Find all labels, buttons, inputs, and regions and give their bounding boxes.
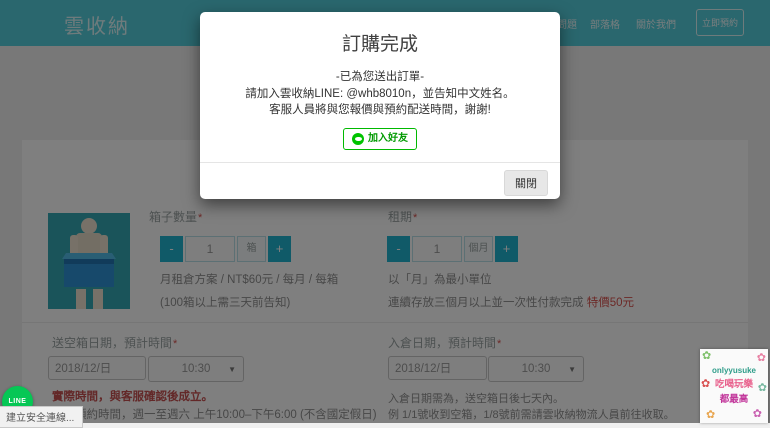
modal-title: 訂購完成 (341, 34, 418, 55)
line-icon (352, 132, 364, 145)
modal-footer: 關閉 (200, 162, 560, 199)
line-add-friend-button[interactable]: 加入好友 (343, 127, 417, 150)
line-id-instruction: 請加入雲收納LINE: @whb8010n，並告知中文姓名。 (245, 87, 515, 100)
order-sent-line: -已為您送出訂單- (335, 71, 425, 83)
line-add-friend-label: 加入好友 (368, 132, 408, 144)
ad-tagline-2: 都最高 (719, 394, 749, 405)
ad-blogger-name: onlyyusuke (711, 366, 756, 375)
order-complete-modal: 訂購完成 -已為您送出訂單- 請加入雲收納LINE: @whb8010n，並告知… (200, 12, 560, 199)
ad-tagline-1: 吃喝玩樂 (714, 379, 753, 390)
flower-icon: ✿ (702, 350, 712, 362)
customer-service-note: 客服人員將與您報價與預約配送時間，謝謝! (269, 104, 491, 116)
close-button[interactable]: 關閉 (504, 170, 548, 196)
browser-status-bar: 建立安全連線... (0, 406, 84, 428)
blogger-badge-ad[interactable]: ✿ ✿ ✿ ✿ ✿ ✿ onlyyusuke 吃喝玩樂 都最高 (700, 349, 768, 423)
ad-text-block: onlyyusuke 吃喝玩樂 都最高 (700, 366, 768, 405)
modal-body: -已為您送出訂單- 請加入雲收納LINE: @whb8010n，並告知中文姓名。… (200, 69, 560, 150)
line-float-label: LINE (8, 398, 27, 405)
flower-icon: ✿ (752, 408, 762, 420)
flower-icon: ✿ (706, 409, 716, 421)
flower-icon: ✿ (756, 352, 766, 364)
